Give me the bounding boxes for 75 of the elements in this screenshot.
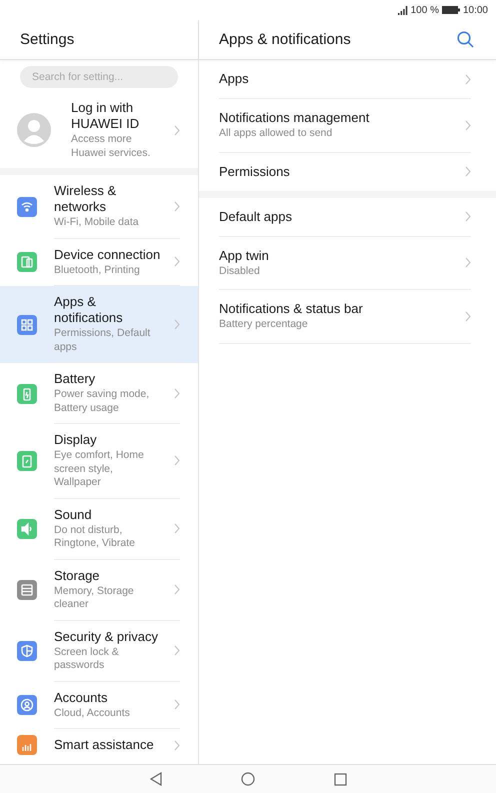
settings-item[interactable]: Apps & notifications Permissions, Default apps [0, 286, 198, 363]
pane-title: Apps & notifications [219, 31, 351, 48]
search-field[interactable]: Search for setting... [20, 66, 178, 88]
item-subtitle: Power saving mode, Battery usage [54, 388, 150, 415]
signal-icon [398, 6, 408, 14]
item-title: Battery [54, 371, 96, 387]
item-title: Storage [54, 568, 101, 584]
item-title: Display [54, 432, 98, 448]
chevron-icon [174, 699, 180, 710]
item-subtitle: Bluetooth, Printing [54, 264, 141, 277]
chevron-icon [174, 645, 180, 656]
settings-item[interactable]: Sound Do not disturb, Ringtone, Vibrate [0, 498, 198, 560]
chevron-icon [174, 124, 180, 136]
item-title: Wireless & networks [54, 183, 118, 215]
chevron-icon [174, 523, 180, 534]
chevron-icon [465, 120, 471, 131]
item-subtitle: Permissions, Default apps [54, 327, 152, 354]
settings-item[interactable]: Security & privacy Screen lock & passwords [0, 620, 198, 682]
item-subtitle: Cloud, Accounts [54, 706, 131, 720]
chevron-icon [174, 388, 180, 398]
row-title: Notifications & status bar [219, 301, 364, 317]
item-subtitle: Screen lock & passwords [54, 646, 120, 672]
chevron-icon [465, 166, 471, 177]
chevron-icon [174, 200, 180, 212]
row-subtitle: Disabled [219, 264, 261, 278]
settings-row[interactable]: Apps [219, 60, 471, 99]
clock: 10:00 [462, 4, 488, 16]
home-icon[interactable] [241, 772, 256, 786]
account-title: Log in with HUAWEI ID [71, 100, 140, 132]
settings-row[interactable]: App twin Disabled [219, 236, 471, 290]
settings-item[interactable]: Smart assistance [0, 729, 198, 761]
item-subtitle: Wi-Fi, Mobile data [54, 216, 140, 230]
recents-icon[interactable] [334, 772, 347, 786]
settings-item[interactable]: Battery Power saving mode, Battery usage [0, 363, 198, 424]
row-title: App twin [219, 248, 270, 264]
settings-item[interactable]: Storage Memory, Storage cleaner [0, 560, 198, 620]
battery-percentage: 100 % [410, 4, 439, 16]
settings-row[interactable]: Notifications & status bar Battery percentage [219, 290, 471, 344]
battery-icon [442, 6, 460, 14]
pane-title: Settings [20, 31, 74, 48]
row-title: Notifications management [219, 110, 370, 126]
item-title: Device connection [54, 246, 162, 262]
chevron-icon [174, 318, 180, 330]
account-row[interactable]: Log in with HUAWEI ID Access more Huawei services. [0, 92, 198, 168]
row-subtitle: All apps allowed to send [219, 127, 334, 140]
account-subtitle: Access more Huawei services. [71, 133, 152, 160]
settings-row[interactable]: Notifications management All apps allowed to send [219, 99, 471, 152]
row-title: Apps [219, 71, 250, 87]
item-subtitle: Do not disturb, Ringtone, Vibrate [54, 524, 136, 550]
settings-item[interactable]: Display Eye comfort, Home screen style, Wallpaper [0, 424, 198, 498]
chevron-icon [465, 74, 471, 84]
row-title: Permissions [219, 164, 291, 180]
chevron-icon [465, 257, 471, 268]
settings-item[interactable]: Accounts Cloud, Accounts [0, 682, 198, 729]
avatar-icon [17, 113, 51, 147]
item-title: Security & privacy [54, 628, 160, 644]
back-icon[interactable] [149, 772, 164, 786]
row-subtitle: Battery percentage [219, 318, 309, 332]
chevron-icon [174, 584, 180, 595]
row-title: Default apps [219, 208, 293, 224]
chevron-icon [174, 256, 180, 268]
settings-row[interactable]: Default apps [219, 198, 471, 236]
settings-item[interactable]: Wireless & networks Wi-Fi, Mobile data [0, 175, 198, 238]
item-title: Accounts [54, 690, 108, 706]
settings-row[interactable]: Permissions [219, 152, 471, 190]
chevron-icon [465, 211, 471, 222]
item-subtitle: Memory, Storage cleaner [54, 584, 135, 612]
item-subtitle: Eye comfort, Home screen style, Wallpaper [54, 449, 145, 490]
item-title: Smart assistance [54, 737, 155, 753]
item-title: Sound [54, 506, 93, 522]
chevron-icon [174, 740, 180, 750]
chevron-icon [174, 455, 180, 466]
item-title: Apps & notifications [54, 294, 124, 326]
search-icon[interactable] [457, 31, 474, 48]
chevron-icon [465, 310, 471, 322]
